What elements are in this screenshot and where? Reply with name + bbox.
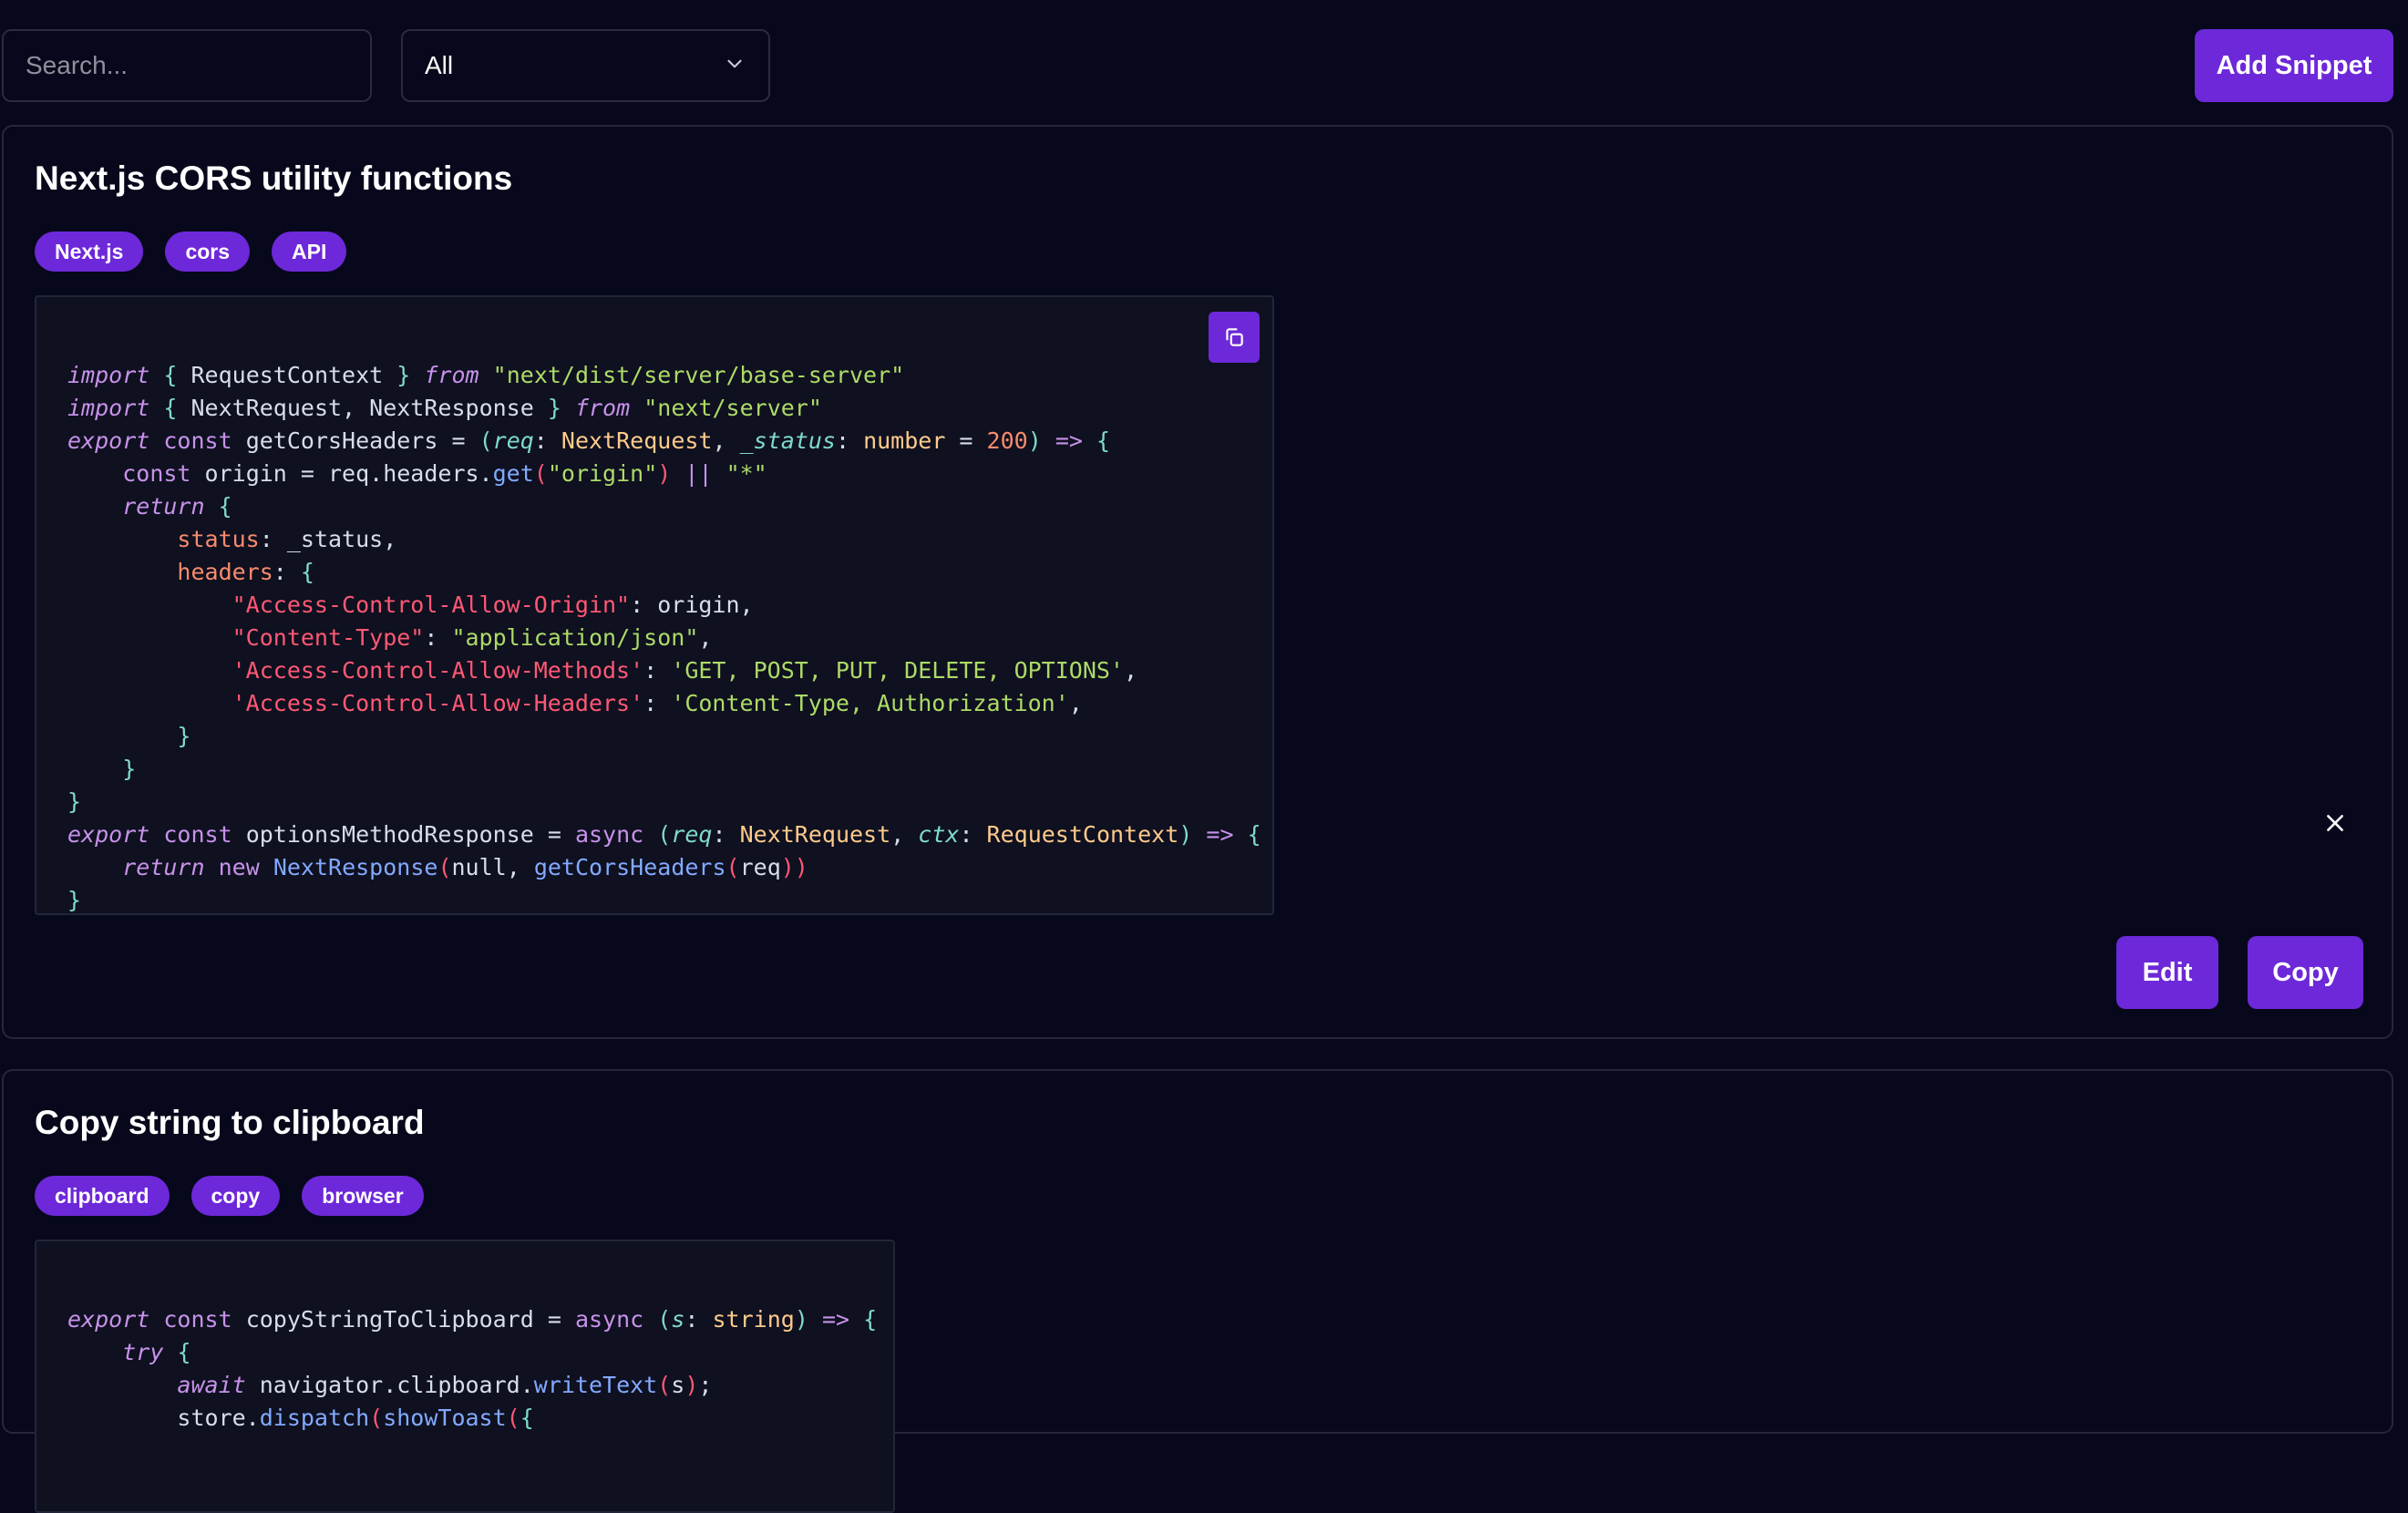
snippet-card: Next.js CORS utility functions Next.js c… [2,125,2393,1039]
code-line: return { [122,493,232,520]
code-line: "Access-Control-Allow-Origin": origin, [232,592,754,618]
code-line: const origin = req.headers.get("origin")… [122,460,767,487]
code-line: export const optionsMethodResponse = asy… [67,821,1261,848]
code-line: store.dispatch(showToast({ [67,1405,534,1431]
code-copy-button[interactable] [1209,312,1260,363]
close-button[interactable] [2319,807,2351,839]
tag-list: clipboard copy browser [35,1176,424,1216]
code-line: import { RequestContext } from "next/dis… [67,362,905,388]
filter-selected-value: All [425,51,454,79]
tag-badge[interactable]: clipboard [35,1176,170,1216]
code-line: headers: { [177,559,314,585]
code-line: import { NextRequest, NextResponse } fro… [67,395,822,421]
code-line: 'Access-Control-Allow-Headers': 'Content… [232,690,1083,716]
code-line: } [67,788,82,815]
tag-list: Next.js cors API [35,232,347,272]
code-line: return new NextResponse(null, getCorsHea… [122,854,808,880]
copy-button[interactable]: Copy [2248,936,2363,1009]
snippet-title: Next.js CORS utility functions [35,160,513,197]
code-line: } [177,723,191,749]
code-line: export const copyStringToClipboard = asy… [67,1306,878,1333]
close-icon [2323,811,2347,835]
add-snippet-button[interactable]: Add Snippet [2195,29,2393,102]
code-line: status: _status, [177,526,397,552]
tag-badge[interactable]: API [272,232,347,272]
tag-badge[interactable]: cors [165,232,251,272]
snippet-card: Copy string to clipboard clipboard copy … [2,1069,2393,1513]
edit-button[interactable]: Edit [2116,936,2218,1009]
filter-select[interactable]: All [401,29,770,102]
code-line: try { [122,1339,191,1365]
snippet-title: Copy string to clipboard [35,1104,425,1141]
code-line: } [122,756,137,782]
copy-icon [1222,325,1246,349]
code-line: } [67,887,82,913]
tag-badge[interactable]: browser [302,1176,424,1216]
code-block: export const copyStringToClipboard = asy… [35,1240,895,1513]
tag-badge[interactable]: copy [190,1176,281,1216]
code-block: import { RequestContext } from "next/dis… [35,295,1274,915]
tag-badge[interactable]: Next.js [35,232,144,272]
code-line: "Content-Type": "application/json", [232,624,713,651]
code-line: 'Access-Control-Allow-Methods': 'GET, PO… [232,657,1138,684]
toolbar: All Add Snippet [0,0,2408,118]
code-line: await navigator.clipboard.writeText(s); [177,1372,713,1398]
search-input[interactable] [2,29,372,102]
code-line: export const getCorsHeaders = (req: Next… [67,427,1111,454]
chevron-down-icon [723,52,746,80]
